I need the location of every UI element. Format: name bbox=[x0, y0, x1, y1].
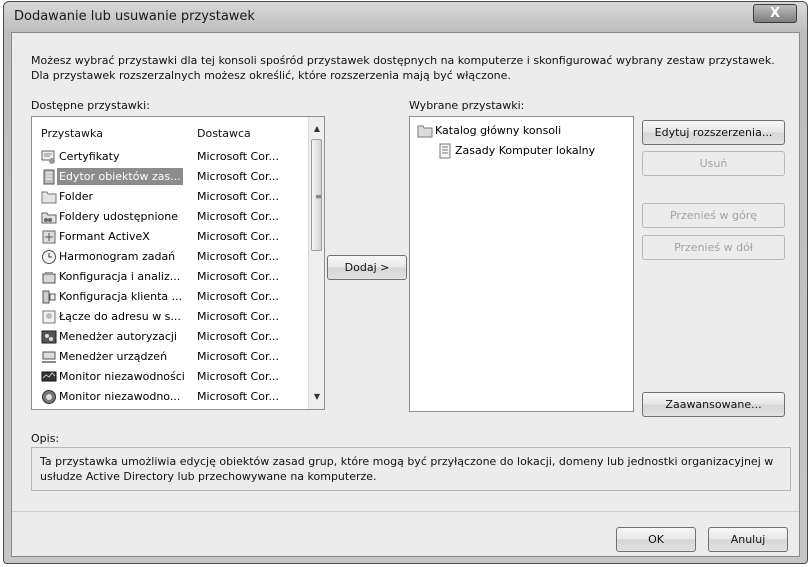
snapin-vendor: Microsoft Cor... bbox=[197, 150, 279, 163]
snapin-vendor: Microsoft Cor... bbox=[197, 290, 279, 303]
policy-editor-icon bbox=[41, 169, 57, 185]
snapin-name: Harmonogram zadań bbox=[59, 250, 176, 263]
snapin-row[interactable]: Formant ActiveX Microsoft Cor... bbox=[32, 227, 309, 247]
snapin-vendor: Microsoft Cor... bbox=[197, 250, 279, 263]
policy-document-icon bbox=[437, 143, 453, 159]
snapin-row[interactable]: Monitor niezawodno... Microsoft Cor... bbox=[32, 387, 309, 407]
clock-icon bbox=[41, 249, 57, 265]
snapin-row[interactable]: Menedżer urządzeń Microsoft Cor... bbox=[32, 347, 309, 367]
footer-divider bbox=[12, 511, 799, 512]
snapin-vendor: Microsoft Cor... bbox=[197, 310, 279, 323]
column-header-vendor[interactable]: Dostawca bbox=[197, 127, 251, 140]
snapin-vendor: Microsoft Cor... bbox=[197, 210, 279, 223]
authorization-icon bbox=[41, 329, 57, 345]
snapin-row[interactable]: Łącze do adresu w s... Microsoft Cor... bbox=[32, 307, 309, 327]
folder-icon bbox=[417, 123, 433, 139]
snapin-row[interactable]: Certyfikaty Microsoft Cor... bbox=[32, 147, 309, 167]
snapin-vendor: Microsoft Cor... bbox=[197, 330, 279, 343]
web-link-icon bbox=[41, 309, 57, 325]
snapin-row[interactable]: Monitor niezawodności Microsoft Cor... bbox=[32, 367, 309, 387]
window-title: Dodawanie lub usuwanie przystawek bbox=[14, 9, 255, 24]
snapin-row[interactable]: Harmonogram zadań Microsoft Cor... bbox=[32, 247, 309, 267]
dialog-client-area: Możesz wybrać przystawki dla tej konsoli… bbox=[11, 32, 800, 557]
snapin-vendor: Microsoft Cor... bbox=[197, 270, 279, 283]
snapin-row[interactable]: Edytor obiektów zas... Microsoft Cor... bbox=[32, 167, 309, 187]
scroll-down-arrow-icon[interactable]: ▼ bbox=[309, 389, 324, 405]
available-snapins-label: Dostępne przystawki: bbox=[31, 99, 150, 112]
tree-item-label: Katalog główny konsoli bbox=[435, 124, 562, 137]
move-up-button[interactable]: Przenieś w górę bbox=[642, 203, 785, 228]
snapin-row[interactable]: Menedżer autoryzacji Microsoft Cor... bbox=[32, 327, 309, 347]
certificate-icon bbox=[41, 149, 57, 165]
advanced-button[interactable]: Zaawansowane... bbox=[642, 392, 785, 417]
ok-button[interactable]: OK bbox=[616, 527, 696, 552]
move-down-button[interactable]: Przenieś w dół bbox=[642, 235, 785, 260]
add-button[interactable]: Dodaj > bbox=[327, 255, 407, 280]
shared-folders-icon bbox=[41, 209, 57, 225]
available-rows: Certyfikaty Microsoft Cor... Edytor obiekt… bbox=[32, 147, 309, 407]
snapin-row[interactable]: Konfiguracja i analiz... Microsoft Cor... bbox=[32, 267, 309, 287]
device-manager-icon bbox=[41, 349, 57, 365]
snapin-name: Monitor niezawodności bbox=[59, 370, 185, 383]
scroll-up-arrow-icon[interactable]: ▲ bbox=[309, 121, 324, 137]
client-config-icon bbox=[41, 289, 57, 305]
folder-icon bbox=[41, 189, 57, 205]
list-scrollbar[interactable]: ▲ ≡ ▼ bbox=[308, 117, 324, 409]
description-box: Ta przystawka umożliwia edycję obiektów … bbox=[31, 447, 791, 491]
snapin-vendor: Microsoft Cor... bbox=[197, 230, 279, 243]
activex-icon bbox=[41, 229, 57, 245]
edit-extensions-button[interactable]: Edytuj rozszerzenia... bbox=[642, 120, 785, 145]
monitor-icon bbox=[41, 369, 57, 385]
intro-text: Możesz wybrać przystawki dla tej konsoli… bbox=[31, 54, 775, 82]
snapin-name: Konfiguracja klienta ... bbox=[59, 290, 183, 303]
snapin-vendor: Microsoft Cor... bbox=[197, 350, 279, 363]
description-label: Opis: bbox=[31, 432, 60, 445]
snapin-name: Łącze do adresu w s... bbox=[59, 310, 181, 323]
snapin-vendor: Microsoft Cor... bbox=[197, 390, 279, 403]
snapin-vendor: Microsoft Cor... bbox=[197, 370, 279, 383]
snapin-row[interactable]: Folder Microsoft Cor... bbox=[32, 187, 309, 207]
grip-icon: ≡ bbox=[315, 192, 322, 201]
column-header-snapin[interactable]: Przystawka bbox=[41, 127, 103, 140]
snapin-name: Konfiguracja i analiz... bbox=[59, 270, 181, 283]
snapin-row[interactable]: Konfiguracja klienta ... Microsoft Cor... bbox=[32, 287, 309, 307]
snapin-vendor: Microsoft Cor... bbox=[197, 190, 279, 203]
snapin-name: Monitor niezawodno... bbox=[59, 390, 181, 403]
snapin-name: Foldery udostępnione bbox=[59, 210, 178, 223]
snapin-row[interactable]: Foldery udostępnione Microsoft Cor... bbox=[32, 207, 309, 227]
selected-snapins-tree[interactable]: Katalog główny konsoli Zasady Komputer l… bbox=[409, 116, 634, 412]
available-snapins-list[interactable]: Przystawka Dostawca Certyfikaty Microsoft… bbox=[31, 116, 325, 410]
performance-icon bbox=[41, 389, 57, 405]
tree-item-label: Zasady Komputer lokalny bbox=[455, 144, 596, 157]
scroll-thumb[interactable]: ≡ bbox=[311, 139, 322, 251]
title-bar[interactable]: Dodawanie lub usuwanie przystawek X bbox=[4, 2, 807, 32]
cancel-button[interactable]: Anuluj bbox=[708, 527, 788, 552]
snapin-dialog-window: Dodawanie lub usuwanie przystawek X Może… bbox=[3, 1, 808, 564]
list-header: Przystawka Dostawca bbox=[32, 117, 309, 145]
close-button[interactable]: X bbox=[753, 4, 797, 23]
security-config-icon bbox=[41, 269, 57, 285]
snapin-name: Edytor obiektów zas... bbox=[57, 168, 183, 185]
snapin-name: Certyfikaty bbox=[59, 150, 120, 163]
snapin-name: Formant ActiveX bbox=[59, 230, 150, 243]
snapin-name: Menedżer autoryzacji bbox=[59, 330, 178, 343]
remove-button[interactable]: Usuń bbox=[642, 151, 785, 176]
selected-snapins-label: Wybrane przystawki: bbox=[409, 99, 525, 112]
snapin-name: Folder bbox=[59, 190, 93, 203]
snapin-name: Menedżer urządzeń bbox=[59, 350, 168, 363]
snapin-vendor: Microsoft Cor... bbox=[197, 170, 279, 183]
